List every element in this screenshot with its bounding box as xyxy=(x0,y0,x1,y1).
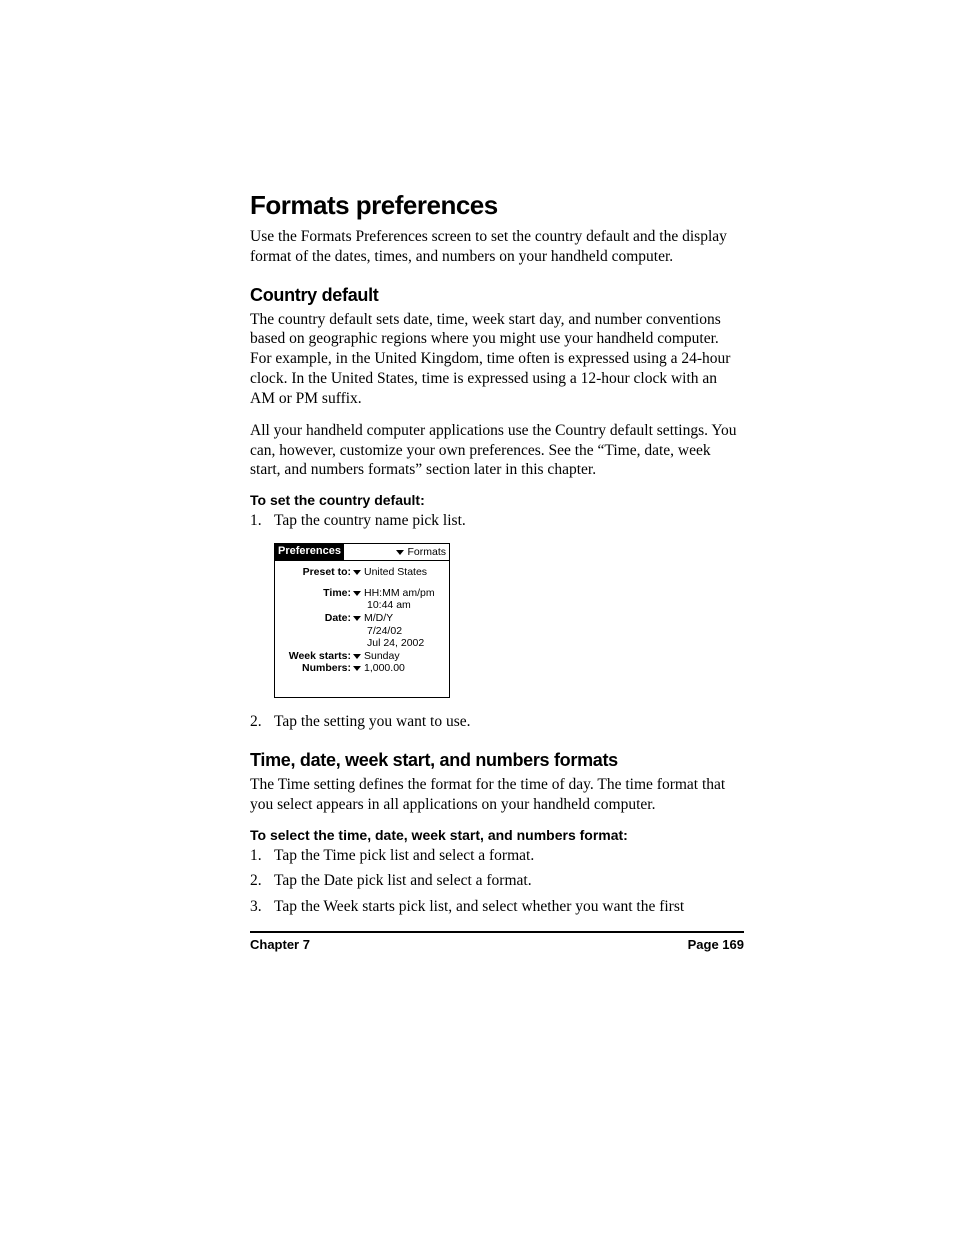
date-example-2: Jul 24, 2002 xyxy=(281,637,443,650)
date-example-1: 7/24/02 xyxy=(281,625,443,638)
dropdown-triangle-icon xyxy=(353,616,361,621)
palm-menu-label: Formats xyxy=(407,546,446,559)
footer-chapter: Chapter 7 xyxy=(250,937,310,952)
heading-country-default: Country default xyxy=(250,285,744,306)
step-1: Tap the country name pick list. xyxy=(250,511,744,531)
step-3: Tap the Week starts pick list, and selec… xyxy=(250,897,744,917)
country-default-paragraph-2: All your handheld computer applications … xyxy=(250,421,744,480)
dropdown-triangle-icon xyxy=(353,570,361,575)
time-label: Time: xyxy=(281,587,353,600)
preset-to-label: Preset to: xyxy=(281,566,353,579)
numbers-label: Numbers: xyxy=(281,662,353,675)
heading-formats-preferences: Formats preferences xyxy=(250,190,744,221)
palm-titlebar: Preferences Formats xyxy=(275,544,449,561)
task-heading-set-country-default: To set the country default: xyxy=(250,492,744,508)
numbers-value: 1,000.00 xyxy=(364,662,405,675)
date-picklist[interactable]: M/D/Y xyxy=(353,612,393,625)
week-starts-label: Week starts: xyxy=(281,650,353,663)
heading-time-date-formats: Time, date, week start, and numbers form… xyxy=(250,750,744,771)
palm-menu-picklist[interactable]: Formats xyxy=(393,544,449,560)
document-page: Formats preferences Use the Formats Pref… xyxy=(0,0,954,1235)
time-date-paragraph: The Time setting defines the format for … xyxy=(250,775,744,815)
dropdown-triangle-icon xyxy=(353,666,361,671)
step-2: Tap the setting you want to use. xyxy=(250,712,744,732)
dropdown-triangle-icon xyxy=(353,591,361,596)
intro-paragraph: Use the Formats Preferences screen to se… xyxy=(250,227,744,267)
date-label: Date: xyxy=(281,612,353,625)
step-2: Tap the Date pick list and select a form… xyxy=(250,871,744,891)
footer-page-number: Page 169 xyxy=(688,937,744,952)
preset-to-picklist[interactable]: United States xyxy=(353,566,427,579)
time-picklist[interactable]: HH:MM am/pm xyxy=(353,587,435,600)
palm-title-tab: Preferences xyxy=(275,544,344,560)
numbers-picklist[interactable]: 1,000.00 xyxy=(353,662,405,675)
week-starts-value: Sunday xyxy=(364,650,400,663)
step-1: Tap the Time pick list and select a form… xyxy=(250,846,744,866)
preset-to-value: United States xyxy=(364,566,427,579)
country-default-paragraph-1: The country default sets date, time, wee… xyxy=(250,310,744,409)
dropdown-triangle-icon xyxy=(396,550,404,555)
steps-set-country-default: Tap the country name pick list. xyxy=(250,511,744,531)
palm-device-screen: Preferences Formats Preset to: United St… xyxy=(274,543,450,698)
page-footer: Chapter 7 Page 169 xyxy=(250,931,744,952)
week-starts-picklist[interactable]: Sunday xyxy=(353,650,400,663)
palm-body: Preset to: United States Time: HH:MM am/… xyxy=(275,561,449,697)
time-value: HH:MM am/pm xyxy=(364,587,435,600)
date-value: M/D/Y xyxy=(364,612,393,625)
task-heading-select-formats: To select the time, date, week start, an… xyxy=(250,827,744,843)
steps-select-formats: Tap the Time pick list and select a form… xyxy=(250,846,744,917)
time-example: 10:44 am xyxy=(281,599,443,612)
steps-set-country-default-cont: Tap the setting you want to use. xyxy=(250,712,744,732)
palm-screenshot: Preferences Formats Preset to: United St… xyxy=(274,543,744,698)
dropdown-triangle-icon xyxy=(353,654,361,659)
